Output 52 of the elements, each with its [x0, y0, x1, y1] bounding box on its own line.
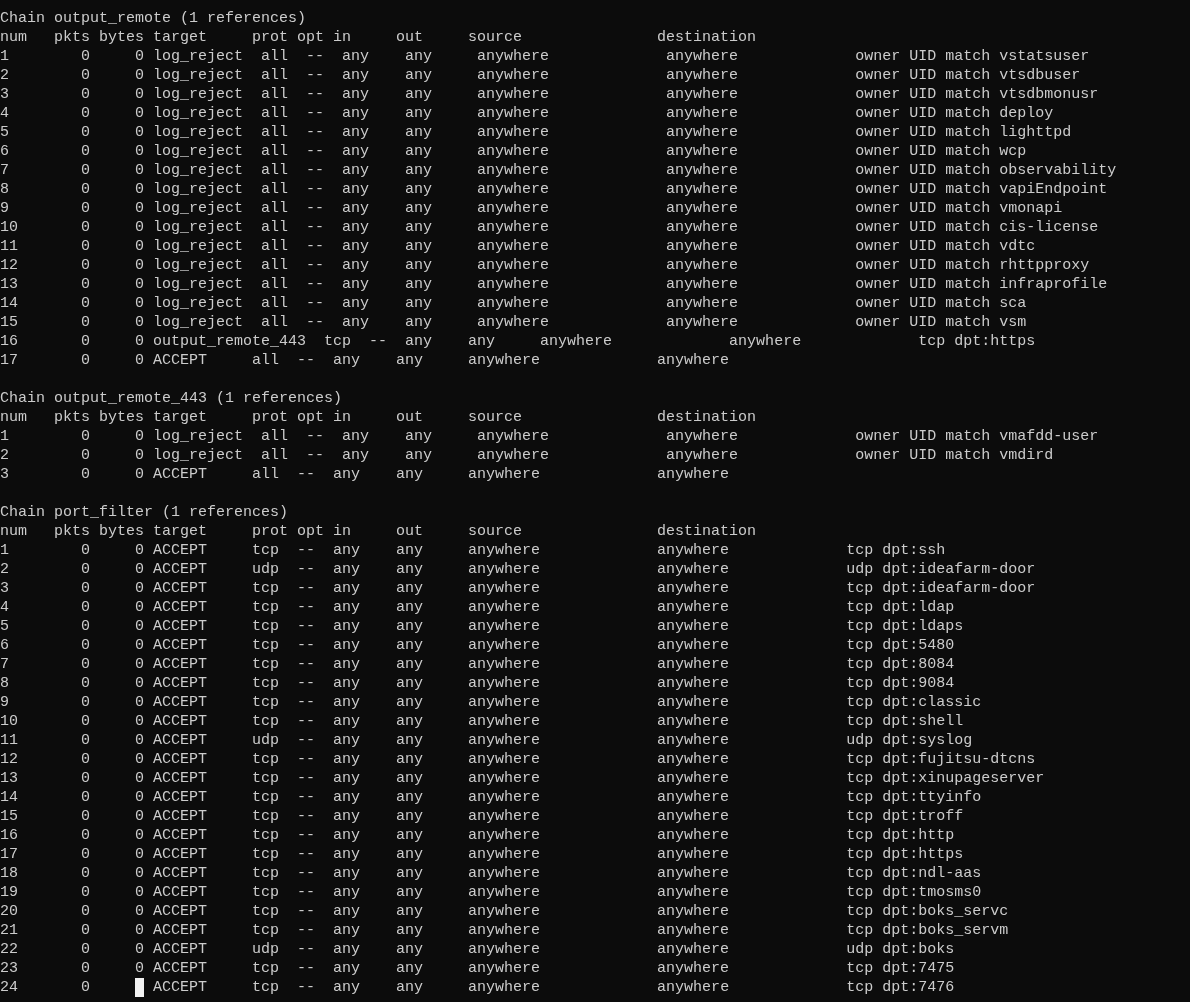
column-header-line: num pkts bytes target prot opt in out source destination: [0, 522, 757, 541]
rule-line: 4 0 0 ACCEPT tcp -- any any anywhere anywhere tcp dpt:ldap: [0, 598, 955, 617]
rule-line-start: 24 0: [0, 978, 91, 997]
rule-line: 14 0 0 log_reject all -- any any anywhere anywhere owner UID match sca: [0, 294, 1027, 313]
rule-line: 20 0 0 ACCEPT tcp -- any any anywhere anywhere tcp dpt:boks_servc: [0, 902, 1009, 921]
rule-line: 10 0 0 log_reject all -- any any anywhere anywhere owner UID match cis-license: [0, 218, 1099, 237]
rule-line: 7 0 0 ACCEPT tcp -- any any anywhere anywhere tcp dpt:8084: [0, 655, 955, 674]
rule-line: 3 0 0 ACCEPT all -- any any anywhere anywhere: [0, 465, 730, 484]
rule-line: 6 0 0 log_reject all -- any any anywhere anywhere owner UID match wcp: [0, 142, 1027, 161]
rule-line: 16 0 0 output_remote_443 tcp -- any any anywhere anywhere tcp dpt:https: [0, 332, 1036, 351]
rule-line: 19 0 0 ACCEPT tcp -- any any anywhere anywhere tcp dpt:tmosms0: [0, 883, 982, 902]
rule-line: 8 0 0 log_reject all -- any any anywhere anywhere owner UID match vapiEndpoint: [0, 180, 1108, 199]
rule-line: 2 0 0 ACCEPT udp -- any any anywhere anywhere udp dpt:ideafarm-door: [0, 560, 1036, 579]
chain-title: Chain output_remote (1 references): [0, 9, 307, 28]
rule-line: 17 0 0 ACCEPT all -- any any anywhere anywhere: [0, 351, 730, 370]
rule-line: 14 0 0 ACCEPT tcp -- any any anywhere anywhere tcp dpt:ttyinfo: [0, 788, 982, 807]
rule-line: 11 0 0 ACCEPT udp -- any any anywhere anywhere udp dpt:syslog: [0, 731, 973, 750]
rule-line: 9 0 0 log_reject all -- any any anywhere anywhere owner UID match vmonapi: [0, 199, 1063, 218]
rule-line: 1 0 0 log_reject all -- any any anywhere anywhere owner UID match vmafdd-user: [0, 427, 1099, 446]
rule-line: 10 0 0 ACCEPT tcp -- any any anywhere anywhere tcp dpt:shell: [0, 712, 964, 731]
rule-line: 2 0 0 log_reject all -- any any anywhere anywhere owner UID match vmdird: [0, 446, 1054, 465]
text-cursor: [135, 978, 145, 997]
rule-line: 18 0 0 ACCEPT tcp -- any any anywhere anywhere tcp dpt:ndl-aas: [0, 864, 982, 883]
rule-line: 11 0 0 log_reject all -- any any anywhere anywhere owner UID match vdtc: [0, 237, 1036, 256]
rule-line: 1 0 0 ACCEPT tcp -- any any anywhere anywhere tcp dpt:ssh: [0, 541, 946, 560]
rule-line: 16 0 0 ACCEPT tcp -- any any anywhere anywhere tcp dpt:http: [0, 826, 955, 845]
rule-line: 4 0 0 log_reject all -- any any anywhere anywhere owner UID match deploy: [0, 104, 1054, 123]
rule-line: 12 0 0 log_reject all -- any any anywhere anywhere owner UID match rhttpproxy: [0, 256, 1090, 275]
rule-line: 2 0 0 log_reject all -- any any anywhere anywhere owner UID match vtsdbuser: [0, 66, 1081, 85]
rule-line: 15 0 0 ACCEPT tcp -- any any anywhere anywhere tcp dpt:troff: [0, 807, 964, 826]
rule-line: 6 0 0 ACCEPT tcp -- any any anywhere anywhere tcp dpt:5480: [0, 636, 955, 655]
rule-line: 5 0 0 ACCEPT tcp -- any any anywhere anywhere tcp dpt:ldaps: [0, 617, 964, 636]
rule-line: 5 0 0 log_reject all -- any any anywhere anywhere owner UID match lighttpd: [0, 123, 1072, 142]
rule-line: 9 0 0 ACCEPT tcp -- any any anywhere anywhere tcp dpt:classic: [0, 693, 982, 712]
rule-line: 13 0 0 log_reject all -- any any anywhere anywhere owner UID match infraprofile: [0, 275, 1108, 294]
rule-line: 15 0 0 log_reject all -- any any anywhere anywhere owner UID match vsm: [0, 313, 1027, 332]
rule-line: 23 0 0 ACCEPT tcp -- any any anywhere anywhere tcp dpt:7475: [0, 959, 955, 978]
column-header-line: num pkts bytes target prot opt in out source destination: [0, 408, 757, 427]
rule-line: 21 0 0 ACCEPT tcp -- any any anywhere anywhere tcp dpt:boks_servm: [0, 921, 1009, 940]
rule-line: 17 0 0 ACCEPT tcp -- any any anywhere anywhere tcp dpt:https: [0, 845, 964, 864]
rule-line: 1 0 0 log_reject all -- any any anywhere anywhere owner UID match vstatsuser: [0, 47, 1090, 66]
chain-title: Chain output_remote_443 (1 references): [0, 389, 343, 408]
rule-line: 7 0 0 log_reject all -- any any anywhere anywhere owner UID match observability: [0, 161, 1117, 180]
rule-line: 22 0 0 ACCEPT udp -- any any anywhere anywhere udp dpt:boks: [0, 940, 955, 959]
rule-line: 8 0 0 ACCEPT tcp -- any any anywhere anywhere tcp dpt:9084: [0, 674, 955, 693]
rule-line: 3 0 0 log_reject all -- any any anywhere anywhere owner UID match vtsdbmonusr: [0, 85, 1099, 104]
rule-line: 13 0 0 ACCEPT tcp -- any any anywhere anywhere tcp dpt:xinupageserver: [0, 769, 1045, 788]
chain-title: Chain port_filter (1 references): [0, 503, 289, 522]
rule-line-rest: ACCEPT tcp -- any any anywhere anywhere tcp dpt:7476: [152, 978, 955, 997]
rule-line: 12 0 0 ACCEPT tcp -- any any anywhere anywhere tcp dpt:fujitsu-dtcns: [0, 750, 1036, 769]
column-header-line: num pkts bytes target prot opt in out source destination: [0, 28, 757, 47]
rule-line: 3 0 0 ACCEPT tcp -- any any anywhere anywhere tcp dpt:ideafarm-door: [0, 579, 1036, 598]
